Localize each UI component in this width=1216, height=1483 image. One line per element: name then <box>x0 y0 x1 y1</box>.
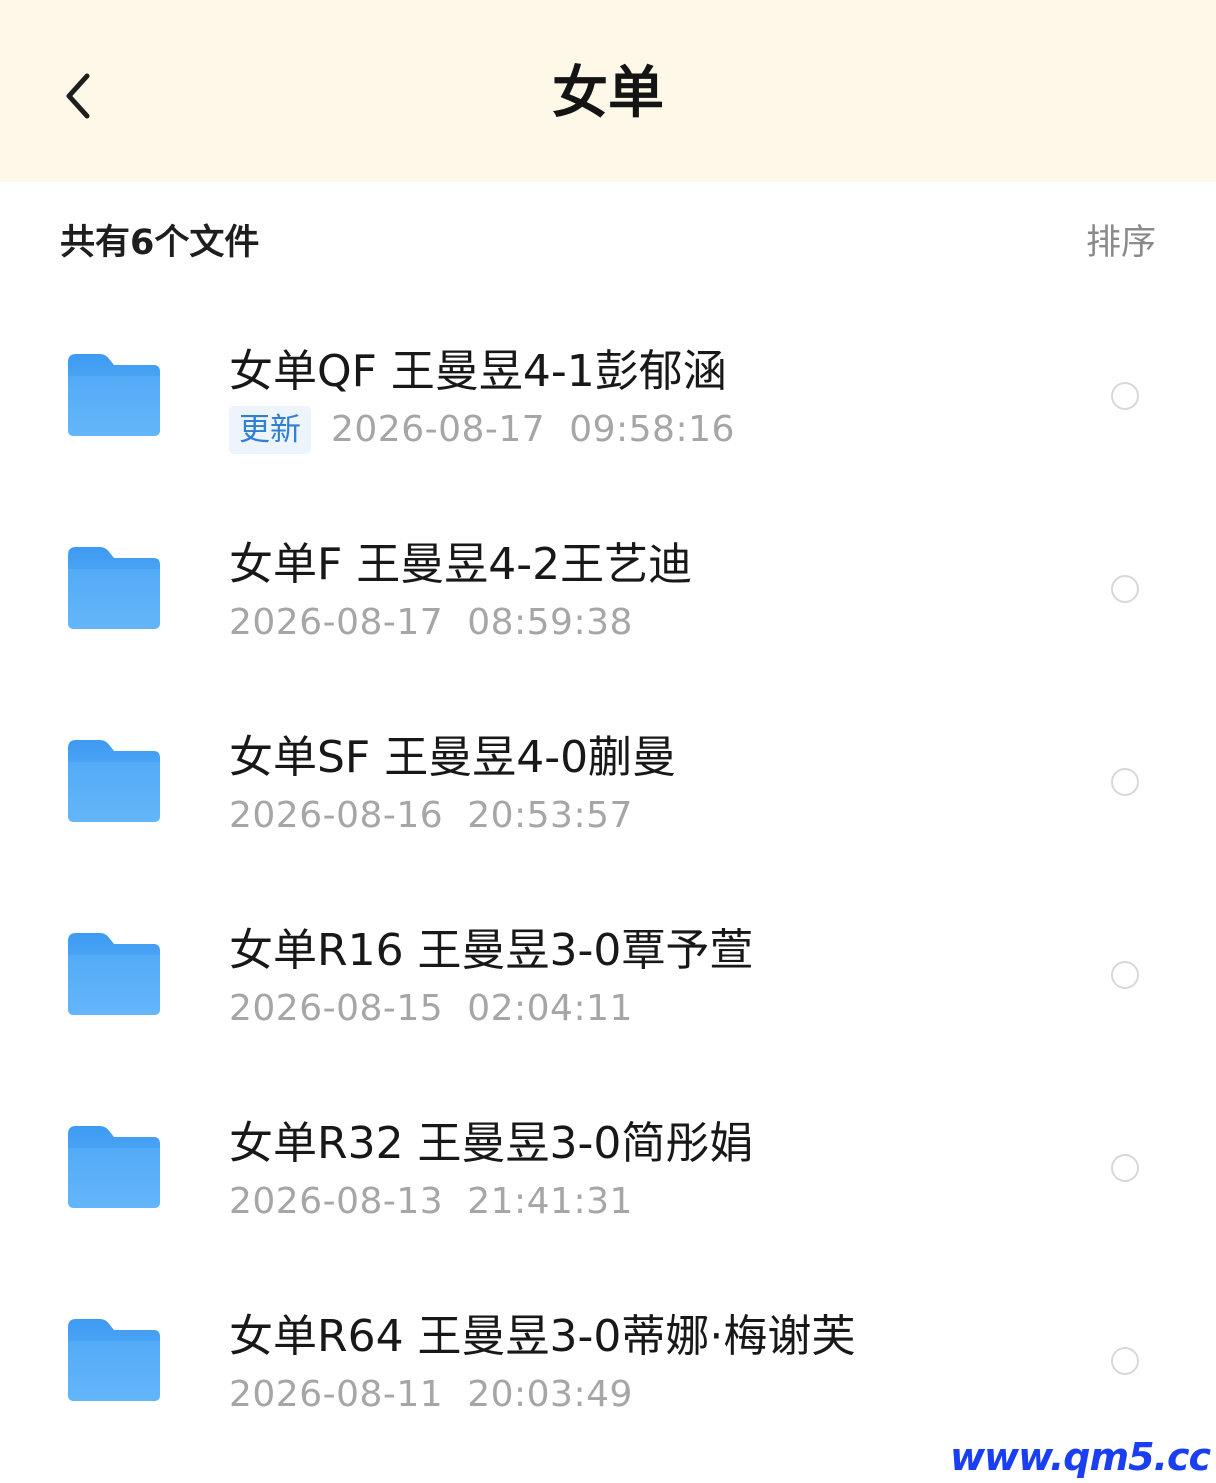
file-count-label: 共有6个文件 <box>60 223 260 263</box>
page: 女单 共有6个文件 排序 女单QF 王曼昱4-1彭郁涵 更新 2026-08-1… <box>0 0 1216 1483</box>
file-list-item[interactable]: 女单QF 王曼昱4-1彭郁涵 更新 2026-08-17 09:58:16 <box>0 300 1216 493</box>
page-title: 女单 <box>552 61 664 126</box>
folder-icon <box>68 740 160 822</box>
file-timestamp: 2026-08-13 21:41:31 <box>229 1181 633 1222</box>
file-timestamp: 2026-08-17 09:58:16 <box>331 409 735 450</box>
select-radio[interactable] <box>1111 1347 1139 1375</box>
select-radio[interactable] <box>1111 768 1139 796</box>
file-list-item[interactable]: 女单F 王曼昱4-2王艺迪 2026-08-17 08:59:38 <box>0 493 1216 686</box>
file-timestamp: 2026-08-15 02:04:11 <box>229 988 633 1029</box>
file-list-item[interactable]: 女单R32 王曼昱3-0简彤娟 2026-08-13 21:41:31 <box>0 1072 1216 1265</box>
watermark: www.qm5.cc <box>949 1435 1211 1479</box>
sort-button[interactable]: 排序 <box>1086 220 1156 266</box>
file-meta: 2026-08-16 20:53:57 <box>229 790 633 842</box>
file-timestamp: 2026-08-17 08:59:38 <box>229 602 633 643</box>
file-list-item[interactable]: 女单SF 王曼昱4-0蒯曼 2026-08-16 20:53:57 <box>0 686 1216 879</box>
select-radio[interactable] <box>1111 575 1139 603</box>
folder-icon <box>68 1319 160 1401</box>
file-name: 女单R64 王曼昱3-0蒂娜·梅谢芙 <box>229 1311 856 1362</box>
summary-bar: 共有6个文件 排序 <box>0 182 1216 302</box>
select-radio[interactable] <box>1111 382 1139 410</box>
folder-icon <box>68 933 160 1015</box>
file-meta: 2026-08-11 20:03:49 <box>229 1369 633 1421</box>
file-list-item[interactable]: 女单R16 王曼昱3-0覃予萱 2026-08-15 02:04:11 <box>0 879 1216 1072</box>
file-list: 女单QF 王曼昱4-1彭郁涵 更新 2026-08-17 09:58:16 女单F… <box>0 300 1216 1458</box>
select-radio[interactable] <box>1111 1154 1139 1182</box>
file-name: 女单F 王曼昱4-2王艺迪 <box>229 539 693 590</box>
file-meta: 更新 2026-08-17 09:58:16 <box>229 404 735 456</box>
folder-icon <box>68 547 160 629</box>
file-list-item[interactable]: 女单R64 王曼昱3-0蒂娜·梅谢芙 2026-08-11 20:03:49 <box>0 1265 1216 1458</box>
folder-icon <box>68 354 160 436</box>
file-name: 女单R32 王曼昱3-0简彤娟 <box>229 1118 754 1169</box>
folder-icon <box>68 1126 160 1208</box>
file-meta: 2026-08-13 21:41:31 <box>229 1176 633 1228</box>
select-radio[interactable] <box>1111 961 1139 989</box>
file-timestamp: 2026-08-16 20:53:57 <box>229 795 633 836</box>
file-meta: 2026-08-17 08:59:38 <box>229 597 633 649</box>
update-badge: 更新 <box>229 406 311 454</box>
file-name: 女单R16 王曼昱3-0覃予萱 <box>229 925 754 976</box>
header-bar: 女单 <box>0 0 1216 182</box>
file-meta: 2026-08-15 02:04:11 <box>229 983 633 1035</box>
file-name: 女单SF 王曼昱4-0蒯曼 <box>229 732 677 783</box>
file-timestamp: 2026-08-11 20:03:49 <box>229 1374 633 1415</box>
file-name: 女单QF 王曼昱4-1彭郁涵 <box>229 346 727 397</box>
